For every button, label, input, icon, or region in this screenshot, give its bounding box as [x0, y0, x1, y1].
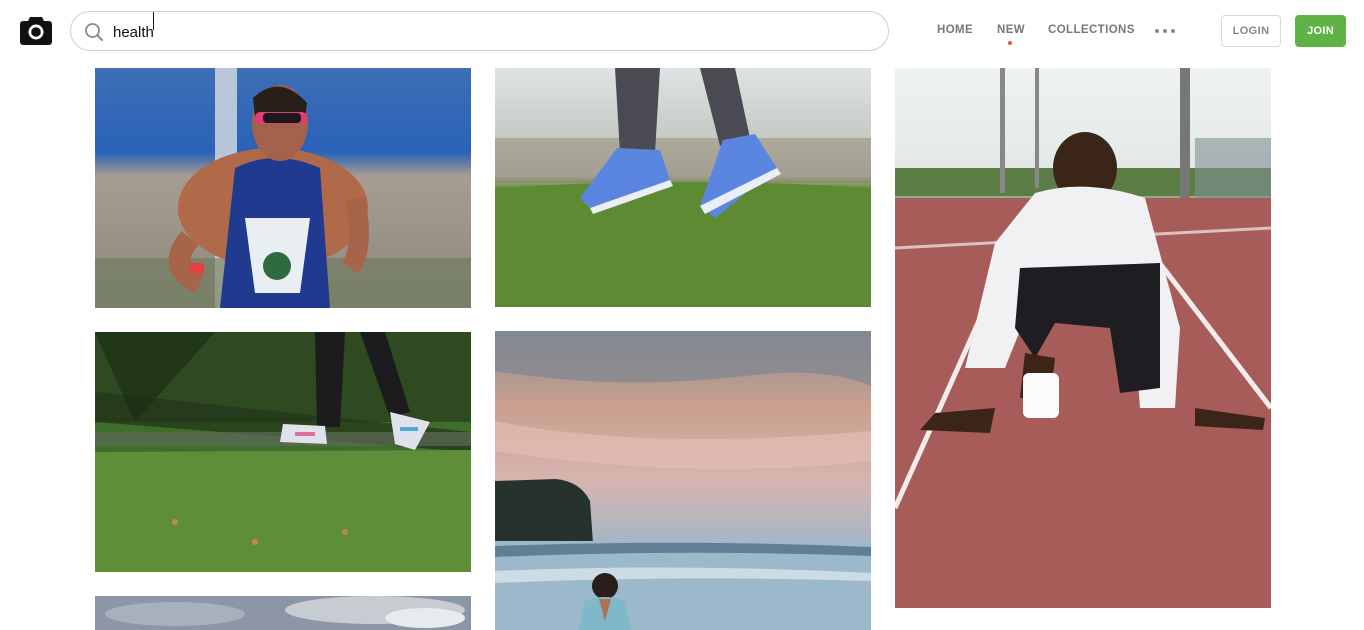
photo-walking-grass[interactable]	[95, 332, 471, 572]
search-bar[interactable]	[70, 11, 889, 51]
photo-cloudy-sky[interactable]	[95, 596, 471, 630]
photo-jumping-sneakers[interactable]	[495, 68, 871, 307]
new-indicator-dot	[1008, 41, 1012, 45]
photo-sprinter-track[interactable]	[895, 68, 1271, 608]
photo-runner-woman[interactable]	[95, 68, 471, 308]
nav-new-link[interactable]: NEW	[997, 24, 1025, 36]
camera-icon[interactable]	[20, 15, 52, 45]
search-input[interactable]	[113, 21, 853, 43]
top-navigation-bar: HOME NEW COLLECTIONS LOGIN JOIN	[0, 0, 1364, 62]
nav-home-link[interactable]: HOME	[937, 24, 973, 36]
nav-collections-link[interactable]: COLLECTIONS	[1048, 24, 1135, 36]
photo-meditation-beach[interactable]	[495, 331, 871, 630]
search-icon	[85, 23, 103, 41]
join-button[interactable]: JOIN	[1295, 15, 1346, 47]
login-button[interactable]: LOGIN	[1221, 15, 1281, 47]
text-cursor	[153, 12, 154, 30]
more-horizontal-icon[interactable]	[1154, 22, 1176, 38]
